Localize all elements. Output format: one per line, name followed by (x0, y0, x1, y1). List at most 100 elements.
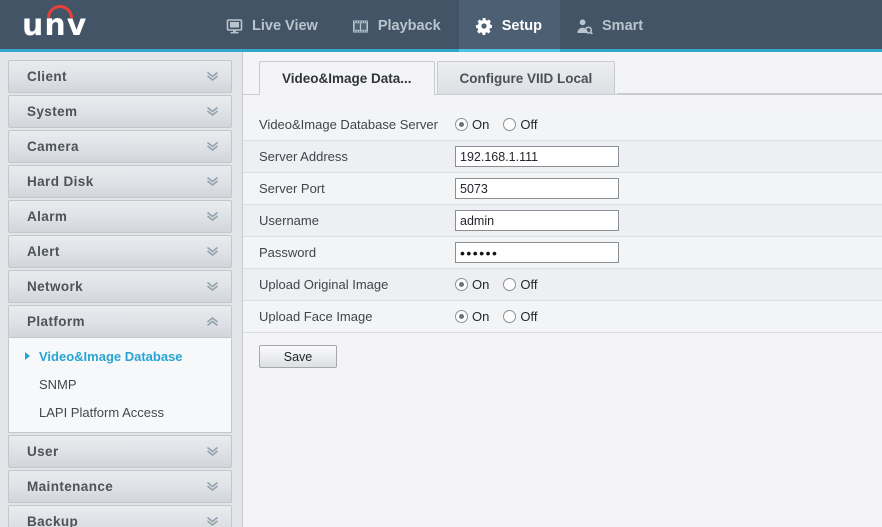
field-value: On Off (446, 117, 537, 132)
chevron-down-icon (206, 246, 219, 257)
radio-upload-face-on[interactable]: On (455, 309, 489, 324)
sidebar-item-system[interactable]: System (8, 95, 232, 128)
film-strip-icon (352, 19, 369, 34)
sidebar-item-label: Client (27, 69, 67, 84)
sidebar-item-label: Maintenance (27, 479, 114, 494)
sidebar-item-platform[interactable]: Platform (8, 305, 232, 338)
sidebar-item-alarm[interactable]: Alarm (8, 200, 232, 233)
form-row-server-address: Server Address 192.168.1.111 (243, 141, 882, 173)
nav-item-smart[interactable]: Smart (560, 0, 661, 52)
radio-upload-original-on[interactable]: On (455, 277, 489, 292)
chevron-down-icon (206, 211, 219, 222)
form-row-upload-face-image: Upload Face Image On Off (243, 301, 882, 333)
top-navigation-bar: unv Live View Playback Setup Smart (0, 0, 882, 52)
form-row-username: Username admin (243, 205, 882, 237)
radio-label: Off (520, 117, 538, 132)
sidebar-item-video-image-database[interactable]: Video&Image Database (9, 342, 231, 370)
username-input[interactable]: admin (455, 210, 619, 231)
gear-icon (475, 17, 493, 35)
monitor-icon (226, 18, 243, 35)
field-value: On Off (446, 277, 537, 292)
sidebar-item-label: System (27, 104, 78, 119)
sidebar-group-hard-disk: Hard Disk (8, 165, 232, 198)
field-label: Password (259, 245, 317, 260)
nav-item-live-view[interactable]: Live View (210, 0, 336, 52)
field-value: On Off (446, 309, 537, 324)
field-label: Server Port (259, 181, 325, 196)
chevron-down-icon (206, 71, 219, 82)
sidebar-group-alarm: Alarm (8, 200, 232, 233)
chevron-down-icon (206, 281, 219, 292)
field-label: Upload Original Image (259, 277, 389, 292)
tab-strip-filler (617, 61, 882, 94)
sidebar-item-label: Network (27, 279, 84, 294)
form-row-upload-original-image: Upload Original Image On Off (243, 269, 882, 301)
field-value: •••••• (446, 242, 619, 263)
radio-database-server-off[interactable]: Off (503, 117, 537, 132)
chevron-down-icon (206, 516, 219, 527)
radio-group-upload-face-image: On Off (455, 309, 537, 324)
sidebar-group-camera: Camera (8, 130, 232, 163)
password-input[interactable]: •••••• (455, 242, 619, 263)
sidebar-item-user[interactable]: User (8, 435, 232, 468)
sidebar-item-label: Alert (27, 244, 60, 259)
sidebar-item-network[interactable]: Network (8, 270, 232, 303)
sidebar-group-alert: Alert (8, 235, 232, 268)
tab-video-image-database[interactable]: Video&Image Data... (259, 61, 435, 95)
radio-dot-icon (503, 118, 517, 131)
sidebar-item-backup[interactable]: Backup (8, 505, 232, 527)
sidebar-item-label: Camera (27, 139, 79, 154)
primary-nav: Live View Playback Setup Smart (210, 0, 661, 52)
tab-label: Configure VIID Local (459, 70, 593, 86)
form-row-server-port: Server Port 5073 (243, 173, 882, 205)
sidebar-group-network: Network (8, 270, 232, 303)
tab-configure-viid-local[interactable]: Configure VIID Local (436, 61, 616, 94)
radio-group-database-server: On Off (455, 117, 537, 132)
sidebar-subitem-label: SNMP (39, 376, 77, 392)
tab-label: Video&Image Data... (282, 70, 412, 86)
radio-group-upload-original-image: On Off (455, 277, 537, 292)
sidebar-subitem-label: Video&Image Database (39, 348, 183, 364)
nav-item-label: Smart (602, 18, 644, 34)
sidebar-item-snmp[interactable]: SNMP (9, 370, 231, 398)
settings-form: Video&Image Database Server On Off Serve… (243, 109, 882, 333)
nav-item-playback[interactable]: Playback (336, 0, 459, 52)
radio-label: On (472, 309, 490, 324)
sidebar-item-alert[interactable]: Alert (8, 235, 232, 268)
sidebar-item-label: Alarm (27, 209, 68, 224)
radio-label: On (472, 117, 490, 132)
page-body: Client System Camera Hard Disk Alarm Ale… (0, 52, 882, 527)
sidebar-item-hard-disk[interactable]: Hard Disk (8, 165, 232, 198)
radio-database-server-on[interactable]: On (455, 117, 489, 132)
chevron-up-icon (206, 316, 219, 327)
form-actions: Save (243, 333, 882, 368)
logo-arc-icon (47, 5, 73, 18)
chevron-down-icon (206, 481, 219, 492)
sidebar-item-label: Backup (27, 514, 79, 527)
sidebar: Client System Camera Hard Disk Alarm Ale… (0, 52, 243, 527)
server-port-input[interactable]: 5073 (455, 178, 619, 199)
sidebar-item-client[interactable]: Client (8, 60, 232, 93)
radio-dot-icon (503, 278, 517, 291)
chevron-down-icon (206, 106, 219, 117)
chevron-down-icon (206, 446, 219, 457)
chevron-down-icon (206, 141, 219, 152)
brand-logo[interactable]: unv (0, 0, 210, 52)
sidebar-item-maintenance[interactable]: Maintenance (8, 470, 232, 503)
radio-upload-face-off[interactable]: Off (503, 309, 537, 324)
sidebar-item-lapi-platform-access[interactable]: LAPI Platform Access (9, 398, 231, 426)
sidebar-group-platform: Platform Video&Image Database SNMP LAPI … (8, 305, 232, 433)
sidebar-item-camera[interactable]: Camera (8, 130, 232, 163)
sidebar-group-maintenance: Maintenance (8, 470, 232, 503)
save-button[interactable]: Save (259, 345, 337, 368)
nav-item-label: Setup (501, 18, 542, 34)
radio-dot-icon (503, 310, 517, 323)
radio-upload-original-off[interactable]: Off (503, 277, 537, 292)
nav-item-label: Live View (252, 18, 318, 34)
server-address-input[interactable]: 192.168.1.111 (455, 146, 619, 167)
field-value: 192.168.1.111 (446, 146, 619, 167)
main-content: Video&Image Data... Configure VIID Local… (243, 52, 882, 527)
nav-item-setup[interactable]: Setup (458, 0, 561, 52)
selected-marker-icon (25, 352, 30, 360)
sidebar-item-label: Platform (27, 314, 85, 329)
